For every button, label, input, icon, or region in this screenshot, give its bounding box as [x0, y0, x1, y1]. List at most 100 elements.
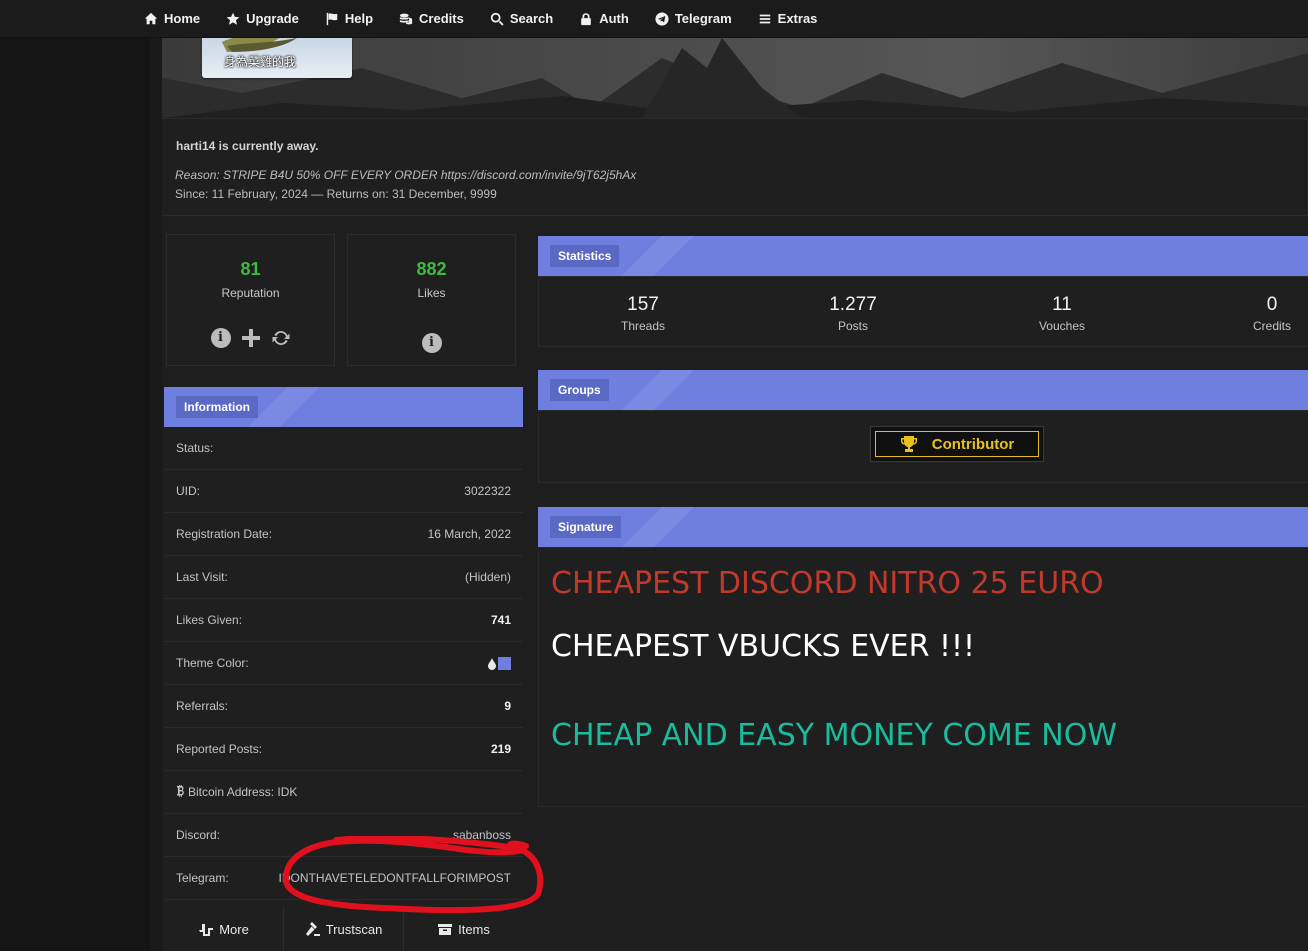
- vouches-value: 11: [1052, 294, 1072, 315]
- nav-home[interactable]: Home: [144, 11, 200, 26]
- stat-posts[interactable]: 1.277 Posts: [753, 277, 953, 333]
- away-title: harti14 is currently away.: [176, 139, 319, 153]
- groups-title: Groups: [550, 379, 609, 401]
- nav-upgrade-label: Upgrade: [246, 11, 299, 26]
- statistics-header: Statistics: [538, 236, 1308, 276]
- registration-key: Registration Date:: [176, 527, 273, 541]
- info-row-likes-given: Likes Given: 741: [164, 599, 523, 642]
- info-row-reported-posts: Reported Posts: 219: [164, 728, 523, 771]
- contributor-badge[interactable]: Contributor: [870, 426, 1044, 462]
- droplet-icon: [488, 657, 496, 670]
- nav-upgrade[interactable]: Upgrade: [226, 11, 299, 26]
- info-row-discord: Discord: sabanboss: [164, 814, 523, 857]
- registration-value: 16 March, 2022: [427, 527, 511, 541]
- away-reason: Reason: STRIPE B4U 50% OFF EVERY ORDER h…: [175, 168, 637, 182]
- vouches-label: Vouches: [1038, 319, 1086, 333]
- status-key: Status:: [176, 441, 214, 455]
- reputation-box: 81 Reputation i: [166, 234, 335, 366]
- signature-line-2: CHEAPEST VBUCKS EVER !!!: [551, 629, 976, 664]
- nav-auth-label: Auth: [599, 11, 629, 26]
- referrals-key: Referrals:: [176, 699, 229, 713]
- telegram-icon: [655, 11, 669, 26]
- groups-header: Groups: [538, 370, 1308, 410]
- reputation-label: Reputation: [221, 286, 280, 300]
- information-header: Information: [164, 387, 523, 427]
- nav-extras[interactable]: Extras: [758, 11, 818, 26]
- telegram-key: Telegram:: [176, 871, 229, 885]
- add-reputation-icon[interactable]: [241, 328, 261, 348]
- profile-actions-bar: More Trustscan Items: [164, 907, 523, 951]
- credits-value: 0: [1266, 294, 1278, 315]
- top-nav: Home Upgrade Help Credits Search Auth Te…: [0, 0, 1308, 38]
- left-gutter: [0, 0, 150, 951]
- statistics-title: Statistics: [550, 245, 620, 267]
- menu-icon: [759, 14, 770, 23]
- trophy-icon: [900, 436, 917, 452]
- likes-label: Likes: [417, 286, 446, 300]
- profile-banner: 身為菜雞的我: [162, 38, 1308, 118]
- away-since: Since: 11 February, 2024 — Returns on: 3…: [175, 187, 497, 201]
- nav-extras-label: Extras: [777, 11, 818, 26]
- trustscan-button[interactable]: Trustscan: [284, 907, 404, 951]
- referrals-value[interactable]: 9: [504, 699, 511, 713]
- info-row-referrals: Referrals: 9: [164, 685, 523, 728]
- theme-color-value: [488, 656, 511, 671]
- stat-credits[interactable]: 0 Credits: [1172, 277, 1308, 333]
- items-button[interactable]: Items: [404, 907, 523, 951]
- info-row-registration: Registration Date: 16 March, 2022: [164, 513, 523, 556]
- userbar: 身為菜雞的我: [202, 38, 352, 78]
- telegram-value: IDONTHAVETELEDONTFALLFORIMPOST: [278, 871, 511, 885]
- gavel-icon: [305, 922, 320, 936]
- contributor-label: Contributor: [931, 435, 1015, 453]
- trustscan-label: Trustscan: [325, 921, 383, 937]
- bitcoin-icon: [177, 785, 184, 797]
- posts-value: 1.277: [829, 294, 877, 315]
- discord-value: sabanboss: [452, 828, 511, 842]
- last-visit-value: (Hidden): [464, 570, 511, 584]
- info-row-bitcoin: Bitcoin Address: IDK: [164, 771, 523, 814]
- away-notice: harti14 is currently away. Reason: STRIP…: [162, 118, 1308, 216]
- last-visit-key: Last Visit:: [176, 570, 228, 584]
- nav-credits[interactable]: Credits: [399, 11, 464, 26]
- bitcoin-key: Bitcoin Address: IDK: [176, 785, 297, 799]
- nav-telegram[interactable]: Telegram: [655, 11, 732, 26]
- bitcoin-text: Bitcoin Address: IDK: [188, 785, 298, 799]
- nav-home-label: Home: [164, 11, 201, 26]
- signature-title: Signature: [550, 516, 622, 538]
- posts-label: Posts: [837, 319, 868, 333]
- more-button[interactable]: More: [164, 907, 284, 951]
- reported-posts-key: Reported Posts:: [176, 742, 263, 756]
- likes-info-icon[interactable]: i: [421, 333, 442, 353]
- signature-line-1: CHEAPEST DISCORD NITRO 25 EURO: [551, 566, 1104, 601]
- reported-posts-value[interactable]: 219: [491, 742, 511, 756]
- stat-threads[interactable]: 157 Threads: [543, 277, 743, 333]
- nav-auth[interactable]: Auth: [579, 11, 629, 26]
- nav-help[interactable]: Help: [325, 11, 373, 26]
- nav-search[interactable]: Search: [490, 11, 553, 26]
- left-gutter-edge: [150, 0, 162, 951]
- more-label: More: [219, 921, 249, 937]
- box-icon: [438, 924, 453, 935]
- likes-value: 882: [416, 259, 447, 279]
- userbar-text: 身為菜雞的我: [224, 55, 297, 69]
- activity-icon: [199, 924, 214, 936]
- threads-value: 157: [627, 294, 659, 315]
- likes-given-value[interactable]: 741: [491, 613, 511, 627]
- info-row-last-visit: Last Visit: (Hidden): [164, 556, 523, 599]
- nav-telegram-label: Telegram: [674, 11, 732, 26]
- refresh-icon[interactable]: [271, 328, 291, 353]
- threads-label: Threads: [620, 319, 666, 333]
- stat-vouches[interactable]: 11 Vouches: [962, 277, 1162, 333]
- discord-key: Discord:: [176, 828, 221, 842]
- coins-icon: [399, 13, 413, 24]
- nav-credits-label: Credits: [419, 11, 464, 26]
- lock-icon: [581, 12, 592, 25]
- information-title: Information: [176, 396, 258, 418]
- statistics-panel: 157 Threads 1.277 Posts 11 Vouches 0 Cre…: [538, 276, 1308, 347]
- info-row-theme-color: Theme Color:: [164, 642, 523, 685]
- likes-given-key: Likes Given:: [176, 613, 243, 627]
- reputation-info-icon[interactable]: i: [210, 328, 231, 348]
- info-row-uid: UID: 3022322: [164, 470, 523, 513]
- info-row-telegram: Telegram: IDONTHAVETELEDONTFALLFORIMPOST: [164, 857, 523, 900]
- home-icon: [144, 12, 158, 24]
